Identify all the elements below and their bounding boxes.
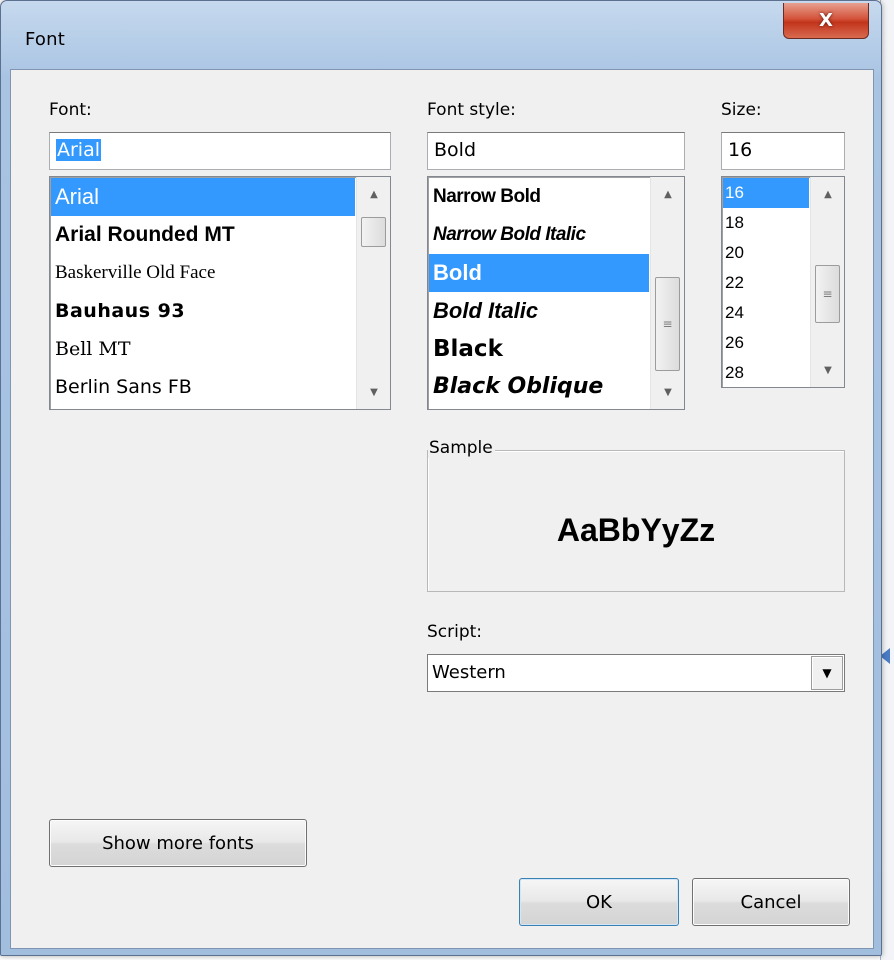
scroll-up-arrow-icon[interactable]: ▲ xyxy=(651,177,684,211)
scroll-down-arrow-icon[interactable]: ▼ xyxy=(651,375,684,409)
size-input[interactable]: 16 xyxy=(721,132,845,170)
size-list-item[interactable]: 18 xyxy=(723,208,809,238)
font-list-scrollbar[interactable]: ▲ ▼ xyxy=(356,177,390,409)
font-list-item[interactable]: Berlin Sans FB xyxy=(51,368,355,406)
size-input-value: 16 xyxy=(728,139,753,161)
sample-group: Sample AaBbYyZz xyxy=(427,438,845,592)
font-style-list-item[interactable]: Black xyxy=(429,330,649,368)
sample-preview-text: AaBbYyZz xyxy=(556,511,716,548)
size-list-item[interactable]: 22 xyxy=(723,268,809,298)
size-label: Size: xyxy=(721,100,762,120)
size-list-item[interactable]: 20 xyxy=(723,238,809,268)
show-more-fonts-button[interactable]: Show more fonts xyxy=(49,819,307,867)
font-style-list-item[interactable]: Narrow Bold xyxy=(429,178,649,216)
size-list-item[interactable]: 16 xyxy=(723,178,809,208)
close-button[interactable]: X xyxy=(783,3,869,39)
ok-button[interactable]: OK xyxy=(519,878,679,926)
font-style-list[interactable]: Narrow Bold Narrow Bold Italic Bold Bold… xyxy=(427,176,685,410)
font-list-items: Arial Arial Rounded MT Baskerville Old F… xyxy=(51,178,355,406)
font-style-list-item[interactable]: Bold Italic xyxy=(429,292,649,330)
font-input[interactable]: Arial xyxy=(49,132,391,170)
dialog-body: Font: Arial Arial Arial Rounded MT Baske… xyxy=(10,69,874,949)
font-input-value: Arial xyxy=(56,139,102,161)
scroll-thumb[interactable] xyxy=(361,217,386,247)
size-list-items: 16 18 20 22 24 26 28 xyxy=(723,178,809,387)
scroll-up-arrow-icon[interactable]: ▲ xyxy=(357,177,390,211)
script-select[interactable]: Western ▼ xyxy=(427,654,845,692)
scroll-down-arrow-icon[interactable]: ▼ xyxy=(811,353,844,387)
size-list-item[interactable]: 26 xyxy=(723,328,809,358)
background-window-edge xyxy=(880,0,894,960)
script-select-value: Western xyxy=(432,662,506,683)
dialog-title: Font xyxy=(25,29,65,50)
size-list-scrollbar[interactable]: ▲ ≡ ▼ xyxy=(810,177,844,387)
size-list-item[interactable]: 28 xyxy=(723,358,809,387)
size-list-item[interactable]: 24 xyxy=(723,298,809,328)
font-list-item[interactable]: Bauhaus 93 xyxy=(51,292,355,330)
font-list-item[interactable]: Bell MT xyxy=(51,330,355,368)
font-style-list-item[interactable]: Bold xyxy=(429,254,649,292)
font-style-list-item[interactable]: Narrow Bold Italic xyxy=(429,216,649,254)
scroll-up-arrow-icon[interactable]: ▲ xyxy=(811,177,844,211)
font-style-list-scrollbar[interactable]: ▲ ≡ ▼ xyxy=(650,177,684,409)
chevron-down-icon[interactable]: ▼ xyxy=(811,656,843,690)
close-icon: X xyxy=(819,10,833,31)
size-list[interactable]: 16 18 20 22 24 26 28 ▲ ≡ ▼ xyxy=(721,176,845,388)
font-list-item[interactable]: Baskerville Old Face xyxy=(51,254,355,292)
scroll-down-arrow-icon[interactable]: ▼ xyxy=(357,375,390,409)
font-list-item[interactable]: Arial Rounded MT xyxy=(51,216,355,254)
font-style-input[interactable]: Bold xyxy=(427,132,685,170)
font-style-input-value: Bold xyxy=(434,139,476,161)
scroll-thumb[interactable]: ≡ xyxy=(655,277,680,371)
font-style-list-item[interactable]: Black Oblique xyxy=(429,368,649,406)
cancel-button[interactable]: Cancel xyxy=(692,878,850,926)
font-label: Font: xyxy=(49,100,92,120)
font-style-list-items: Narrow Bold Narrow Bold Italic Bold Bold… xyxy=(429,178,649,406)
scroll-thumb[interactable]: ≡ xyxy=(815,265,840,323)
font-list[interactable]: Arial Arial Rounded MT Baskerville Old F… xyxy=(49,176,391,410)
font-dialog: Font X Font: Arial Arial Arial Rounded M… xyxy=(0,0,882,956)
font-list-item[interactable]: Arial xyxy=(51,178,355,216)
script-label: Script: xyxy=(427,622,483,642)
font-style-label: Font style: xyxy=(427,100,516,120)
